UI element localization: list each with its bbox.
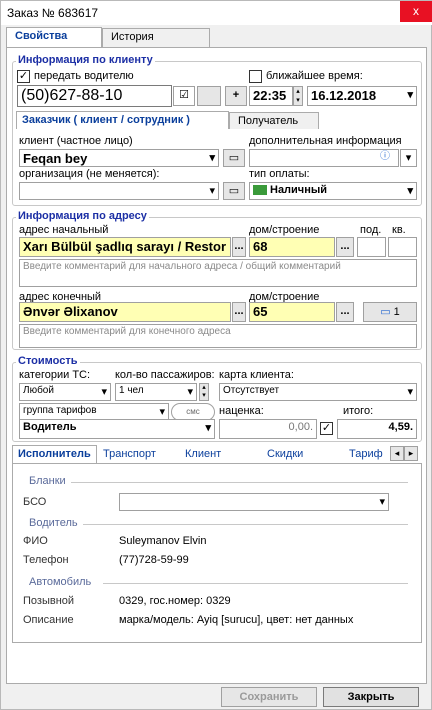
- title-bar: Заказ № 683617 x: [1, 1, 432, 25]
- nearest-time-label: ближайшее время:: [266, 70, 363, 82]
- start-house-input[interactable]: 68: [249, 237, 335, 257]
- callsign-label: Позывной: [23, 595, 75, 607]
- total-input[interactable]: 4,59.: [337, 419, 417, 439]
- client-card-button[interactable]: ▭: [223, 149, 245, 167]
- pay-type-select[interactable]: Наличный: [249, 182, 417, 200]
- start-house-label: дом/строение: [249, 224, 320, 236]
- time-spinner[interactable]: ▴ ▾: [293, 86, 303, 106]
- phone-label: Телефон: [23, 554, 69, 566]
- passengers-label: кол-во пассажиров:: [115, 369, 215, 381]
- markup-input[interactable]: 0,00.: [219, 419, 317, 439]
- tariff-select[interactable]: Водитель: [19, 419, 215, 439]
- description-value: марка/модель: Ayiq [surucu], цвет: нет д…: [119, 614, 354, 626]
- stops-count: 1: [393, 306, 400, 318]
- add-phone-button[interactable]: +: [225, 86, 247, 106]
- category-select[interactable]: Любой: [19, 383, 111, 401]
- category-label: категории ТС:: [19, 369, 91, 381]
- phone-extra-button[interactable]: [197, 86, 221, 106]
- spin-down-icon[interactable]: ▾: [202, 392, 206, 399]
- close-window-button[interactable]: x: [400, 1, 432, 22]
- stops-button[interactable]: ▭ 1: [363, 302, 417, 322]
- bso-select[interactable]: [119, 493, 389, 511]
- passengers-select[interactable]: 1 чел: [115, 383, 197, 401]
- order-window: Заказ № 683617 x Свойства История Информ…: [0, 0, 432, 710]
- start-comment-input[interactable]: Введите комментарий для начального адрес…: [19, 259, 417, 287]
- client-label: клиент (частное лицо): [19, 135, 133, 147]
- tabs-scroll-left[interactable]: ◂: [390, 446, 404, 461]
- cash-icon: [253, 185, 267, 196]
- org-label: организация (не меняется):: [19, 168, 160, 180]
- tab-customer[interactable]: Заказчик ( клиент / сотрудник ): [16, 111, 229, 129]
- phone-input[interactable]: (50)627-88-10: [17, 85, 172, 107]
- tab-client[interactable]: Клиент: [185, 448, 221, 460]
- bso-label: БСО: [23, 496, 47, 508]
- route-icon: ▭: [380, 306, 391, 318]
- markup-label: наценка:: [219, 405, 264, 417]
- client-card-label: карта клиента:: [219, 369, 294, 381]
- nearest-time-checkbox[interactable]: [249, 70, 262, 83]
- car-divider: [103, 583, 408, 584]
- phone-check-button[interactable]: ☑: [173, 86, 195, 106]
- callsign-value: 0329, гос.номер: 0329: [119, 595, 231, 607]
- org-card-button[interactable]: ▭: [223, 182, 245, 200]
- tab-executor[interactable]: Исполнитель: [12, 445, 97, 464]
- flat-input[interactable]: [388, 237, 417, 257]
- spin-up-icon[interactable]: ▴: [296, 88, 300, 95]
- org-select[interactable]: [19, 182, 219, 200]
- extra-info-dropdown[interactable]: ▾: [400, 149, 417, 167]
- description-label: Описание: [23, 614, 74, 626]
- client-info-heading: Информация по клиенту: [16, 54, 155, 66]
- pay-type-label: тип оплаты:: [249, 168, 310, 180]
- flat-label: кв.: [392, 224, 406, 236]
- client-card-select[interactable]: Отсутствует: [219, 383, 417, 401]
- extra-info-label: дополнительная информация: [249, 135, 402, 147]
- pass-to-driver-checkbox[interactable]: ✓: [17, 70, 30, 83]
- tabs-scroll-right[interactable]: ▸: [404, 446, 418, 461]
- cost-heading: Стоимость: [16, 355, 80, 367]
- properties-panel: Информация по клиенту ✓ передать водител…: [6, 47, 427, 684]
- total-fixed-checkbox[interactable]: ✓: [320, 422, 333, 435]
- save-button[interactable]: Сохранить: [221, 687, 317, 707]
- tab-properties[interactable]: Свойства: [6, 27, 102, 48]
- close-button[interactable]: Закрыть: [323, 687, 419, 707]
- total-label: итого:: [343, 405, 374, 417]
- client-select[interactable]: Feqan bey: [19, 149, 219, 167]
- fio-value: Suleymanov Elvin: [119, 535, 207, 547]
- tab-recipient[interactable]: Получатель: [229, 112, 319, 129]
- entrance-label: под.: [360, 224, 382, 236]
- pass-to-driver-label: передать водителю: [34, 70, 134, 82]
- car-heading: Автомобиль: [29, 576, 92, 588]
- passengers-spinner[interactable]: ▴ ▾: [199, 383, 209, 401]
- driver-phone-value: (77)728-59-99: [119, 554, 189, 566]
- tab-history[interactable]: История: [102, 28, 210, 47]
- info-icon[interactable]: ⓘ: [373, 150, 397, 166]
- end-address-input[interactable]: Ənvər Əlixanov: [19, 302, 231, 322]
- driver-divider: [83, 524, 408, 525]
- end-house-browse[interactable]: ...: [336, 302, 354, 322]
- start-house-browse[interactable]: ...: [336, 237, 354, 257]
- end-comment-input[interactable]: Введите комментарий для конечного адреса: [19, 324, 417, 348]
- forms-heading: Бланки: [29, 475, 66, 487]
- end-address-browse[interactable]: ...: [232, 302, 246, 322]
- pay-type-value: Наличный: [270, 184, 327, 196]
- start-address-label: адрес начальный: [19, 224, 109, 236]
- start-address-browse[interactable]: ...: [232, 237, 246, 257]
- spin-down-icon[interactable]: ▾: [296, 97, 300, 104]
- start-address-input[interactable]: Xarı Bülbül şadlıq sarayı / Restor: [19, 237, 231, 257]
- date-input[interactable]: 16.12.2018: [307, 86, 417, 106]
- fio-label: ФИО: [23, 535, 48, 547]
- tab-discounts[interactable]: Скидки: [267, 448, 303, 460]
- address-heading: Информация по адресу: [16, 210, 149, 222]
- spin-up-icon[interactable]: ▴: [202, 384, 206, 391]
- end-house-input[interactable]: 65: [249, 302, 335, 322]
- tab-tariff[interactable]: Тариф: [349, 448, 383, 460]
- driver-heading: Водитель: [29, 517, 78, 529]
- time-input[interactable]: 22:35: [249, 86, 293, 106]
- tab-transport[interactable]: Транспорт: [103, 448, 156, 460]
- entrance-input[interactable]: [357, 237, 386, 257]
- window-title: Заказ № 683617: [7, 6, 99, 20]
- forms-divider: [71, 482, 408, 483]
